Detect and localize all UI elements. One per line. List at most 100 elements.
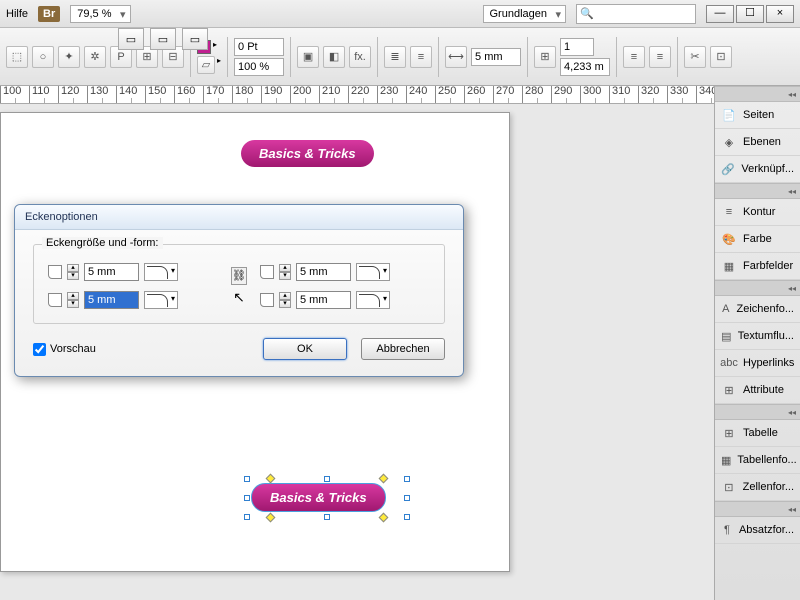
panel-label: Farbe (743, 233, 772, 245)
corner-bl-input[interactable]: 5 mm (84, 291, 139, 309)
panel-label: Zeichenfo... (737, 303, 794, 315)
panel-icon: A (721, 301, 731, 317)
corner-tr-spinner[interactable]: ▴▾ (279, 264, 291, 280)
panel-icon: ≡ (721, 204, 737, 220)
corner-bl-spinner[interactable]: ▴▾ (67, 292, 79, 308)
panel-label: Tabellenfo... (737, 454, 796, 466)
corner-tl-shape[interactable] (144, 263, 178, 281)
corner-br-input[interactable]: 5 mm (296, 291, 351, 309)
align2-icon[interactable]: ≡ (623, 46, 645, 68)
panel-icon: ▤ (721, 328, 732, 344)
panel-verknpf[interactable]: 🔗 Verknüpf... (715, 156, 800, 183)
close-button[interactable]: × (766, 5, 794, 23)
zoom-level[interactable]: 79,5 % (70, 5, 130, 23)
menu-help[interactable]: Hilfe (6, 8, 28, 20)
panel-label: Textumflu... (738, 330, 794, 342)
corner-tl-icon (48, 265, 62, 279)
clip-icon[interactable]: ◧ (323, 46, 345, 68)
wrap-icon[interactable]: ▣ (297, 46, 319, 68)
panel-farbfelder[interactable]: ▦ Farbfelder (715, 253, 800, 280)
panel-icon: ◈ (721, 134, 737, 150)
link-corners-button[interactable]: ⛓ (231, 267, 247, 285)
pill-object-top[interactable]: Basics & Tricks (241, 140, 374, 167)
preview-checkbox[interactable]: Vorschau (33, 343, 96, 356)
fx-icon[interactable]: fx. (349, 46, 371, 68)
selection-icon[interactable]: ⬚ (6, 46, 28, 68)
corner-tl-spinner[interactable]: ▴▾ (67, 264, 79, 280)
panel-label: Seiten (743, 109, 774, 121)
bridge-badge[interactable]: Br (38, 6, 60, 22)
pill-object-selected[interactable]: Basics & Tricks (251, 483, 386, 512)
panel-label: Tabelle (743, 427, 778, 439)
panel-icon: 📄 (721, 107, 737, 123)
effects-icon[interactable]: ✲ (84, 46, 106, 68)
panel-zellenfor[interactable]: ⊡ Zellenfor... (715, 474, 800, 501)
workspace-dropdown[interactable]: Grundlagen (483, 5, 567, 23)
panel-label: Verknüpf... (741, 163, 794, 175)
panel-kontur[interactable]: ≡ Kontur (715, 199, 800, 226)
panel-dock: ◂◂📄Seiten◈Ebenen🔗Verknüpf...◂◂≡Kontur🎨Fa… (714, 86, 800, 600)
panel-hyperlinks[interactable]: abc Hyperlinks (715, 350, 800, 377)
panel-attribute[interactable]: ⊞Attribute (715, 377, 800, 404)
corner-tr-shape[interactable] (356, 263, 390, 281)
horizontal-ruler[interactable]: 1001101201301401501601701801902002102202… (0, 86, 800, 104)
width-input[interactable] (560, 58, 610, 76)
panel-label: Kontur (743, 206, 775, 218)
count-input[interactable] (560, 38, 594, 56)
panel-ebenen[interactable]: ◈ Ebenen (715, 129, 800, 156)
panel-tabelle[interactable]: ⊞ Tabelle (715, 420, 800, 447)
panel-zeichenfo[interactable]: A Zeichenfo... (715, 296, 800, 323)
window-controls: — ☐ × (706, 5, 794, 23)
lock-icon[interactable]: ⊡ (710, 46, 732, 68)
corner-tl-input[interactable]: 5 mm (84, 263, 139, 281)
opacity-input[interactable] (234, 58, 284, 76)
align3-icon[interactable]: ≡ (649, 46, 671, 68)
canvas-area[interactable]: Basics & Tricks Basics & Tricks Eckenopt… (0, 104, 714, 600)
arrange-icon[interactable]: ▭ (150, 28, 176, 50)
panel-icon: ⊡ (721, 479, 737, 495)
cancel-button[interactable]: Abbrechen (361, 338, 445, 360)
panel-icon: 🎨 (721, 231, 737, 247)
search-input[interactable] (576, 4, 696, 24)
view-mode-group: ▭ ▭ ▭ (118, 28, 208, 50)
corner-tr-icon (260, 265, 274, 279)
panel-seiten[interactable]: 📄 Seiten (715, 102, 800, 129)
panel-label: Attribute (743, 384, 784, 396)
ellipse-icon[interactable]: ○ (32, 46, 54, 68)
corner-tr-input[interactable]: 5 mm (296, 263, 351, 281)
stroke-swatch[interactable]: ▱ (197, 56, 215, 74)
cols-icon[interactable]: ≡ (410, 46, 432, 68)
panel-label: Farbfelder (743, 260, 793, 272)
minimize-button[interactable]: — (706, 5, 734, 23)
panel-icon: 🔗 (721, 161, 735, 177)
panel-textumflu[interactable]: ▤ Textumflu... (715, 323, 800, 350)
corner-bl-shape[interactable] (144, 291, 178, 309)
transform-icon[interactable]: ✦ (58, 46, 80, 68)
screen-mode-icon[interactable]: ▭ (118, 28, 144, 50)
panel-tabellenfo[interactable]: ▦ Tabellenfo... (715, 447, 800, 474)
panel-icon: ▦ (721, 452, 731, 468)
crop-icon[interactable]: ✂ (684, 46, 706, 68)
ok-button[interactable]: OK (263, 338, 347, 360)
panel-label: Zellenfor... (743, 481, 794, 493)
dim-input[interactable] (471, 48, 521, 66)
stroke-weight-input[interactable] (234, 38, 284, 56)
panel-label: Hyperlinks (743, 357, 794, 369)
textframe-icon[interactable]: ≣ (384, 46, 406, 68)
panel-icon: abc (721, 355, 737, 371)
panel-icon: ⊞ (721, 425, 737, 441)
display-icon[interactable]: ▭ (182, 28, 208, 50)
maximize-button[interactable]: ☐ (736, 5, 764, 23)
measure-icon[interactable]: ⟷ (445, 46, 467, 68)
corner-br-spinner[interactable]: ▴▾ (279, 292, 291, 308)
corner-bl-icon (48, 293, 62, 307)
grid-icon[interactable]: ⊞ (534, 46, 556, 68)
panel-icon: ¶ (721, 522, 733, 538)
dialog-title[interactable]: Eckenoptionen (15, 205, 463, 230)
panel-farbe[interactable]: 🎨 Farbe (715, 226, 800, 253)
panel-icon: ▦ (721, 258, 737, 274)
panel-absatzfor[interactable]: ¶Absatzfor... (715, 517, 800, 544)
group-label: Eckengröße und -form: (42, 237, 163, 249)
panel-label: Ebenen (743, 136, 781, 148)
corner-br-shape[interactable] (356, 291, 390, 309)
